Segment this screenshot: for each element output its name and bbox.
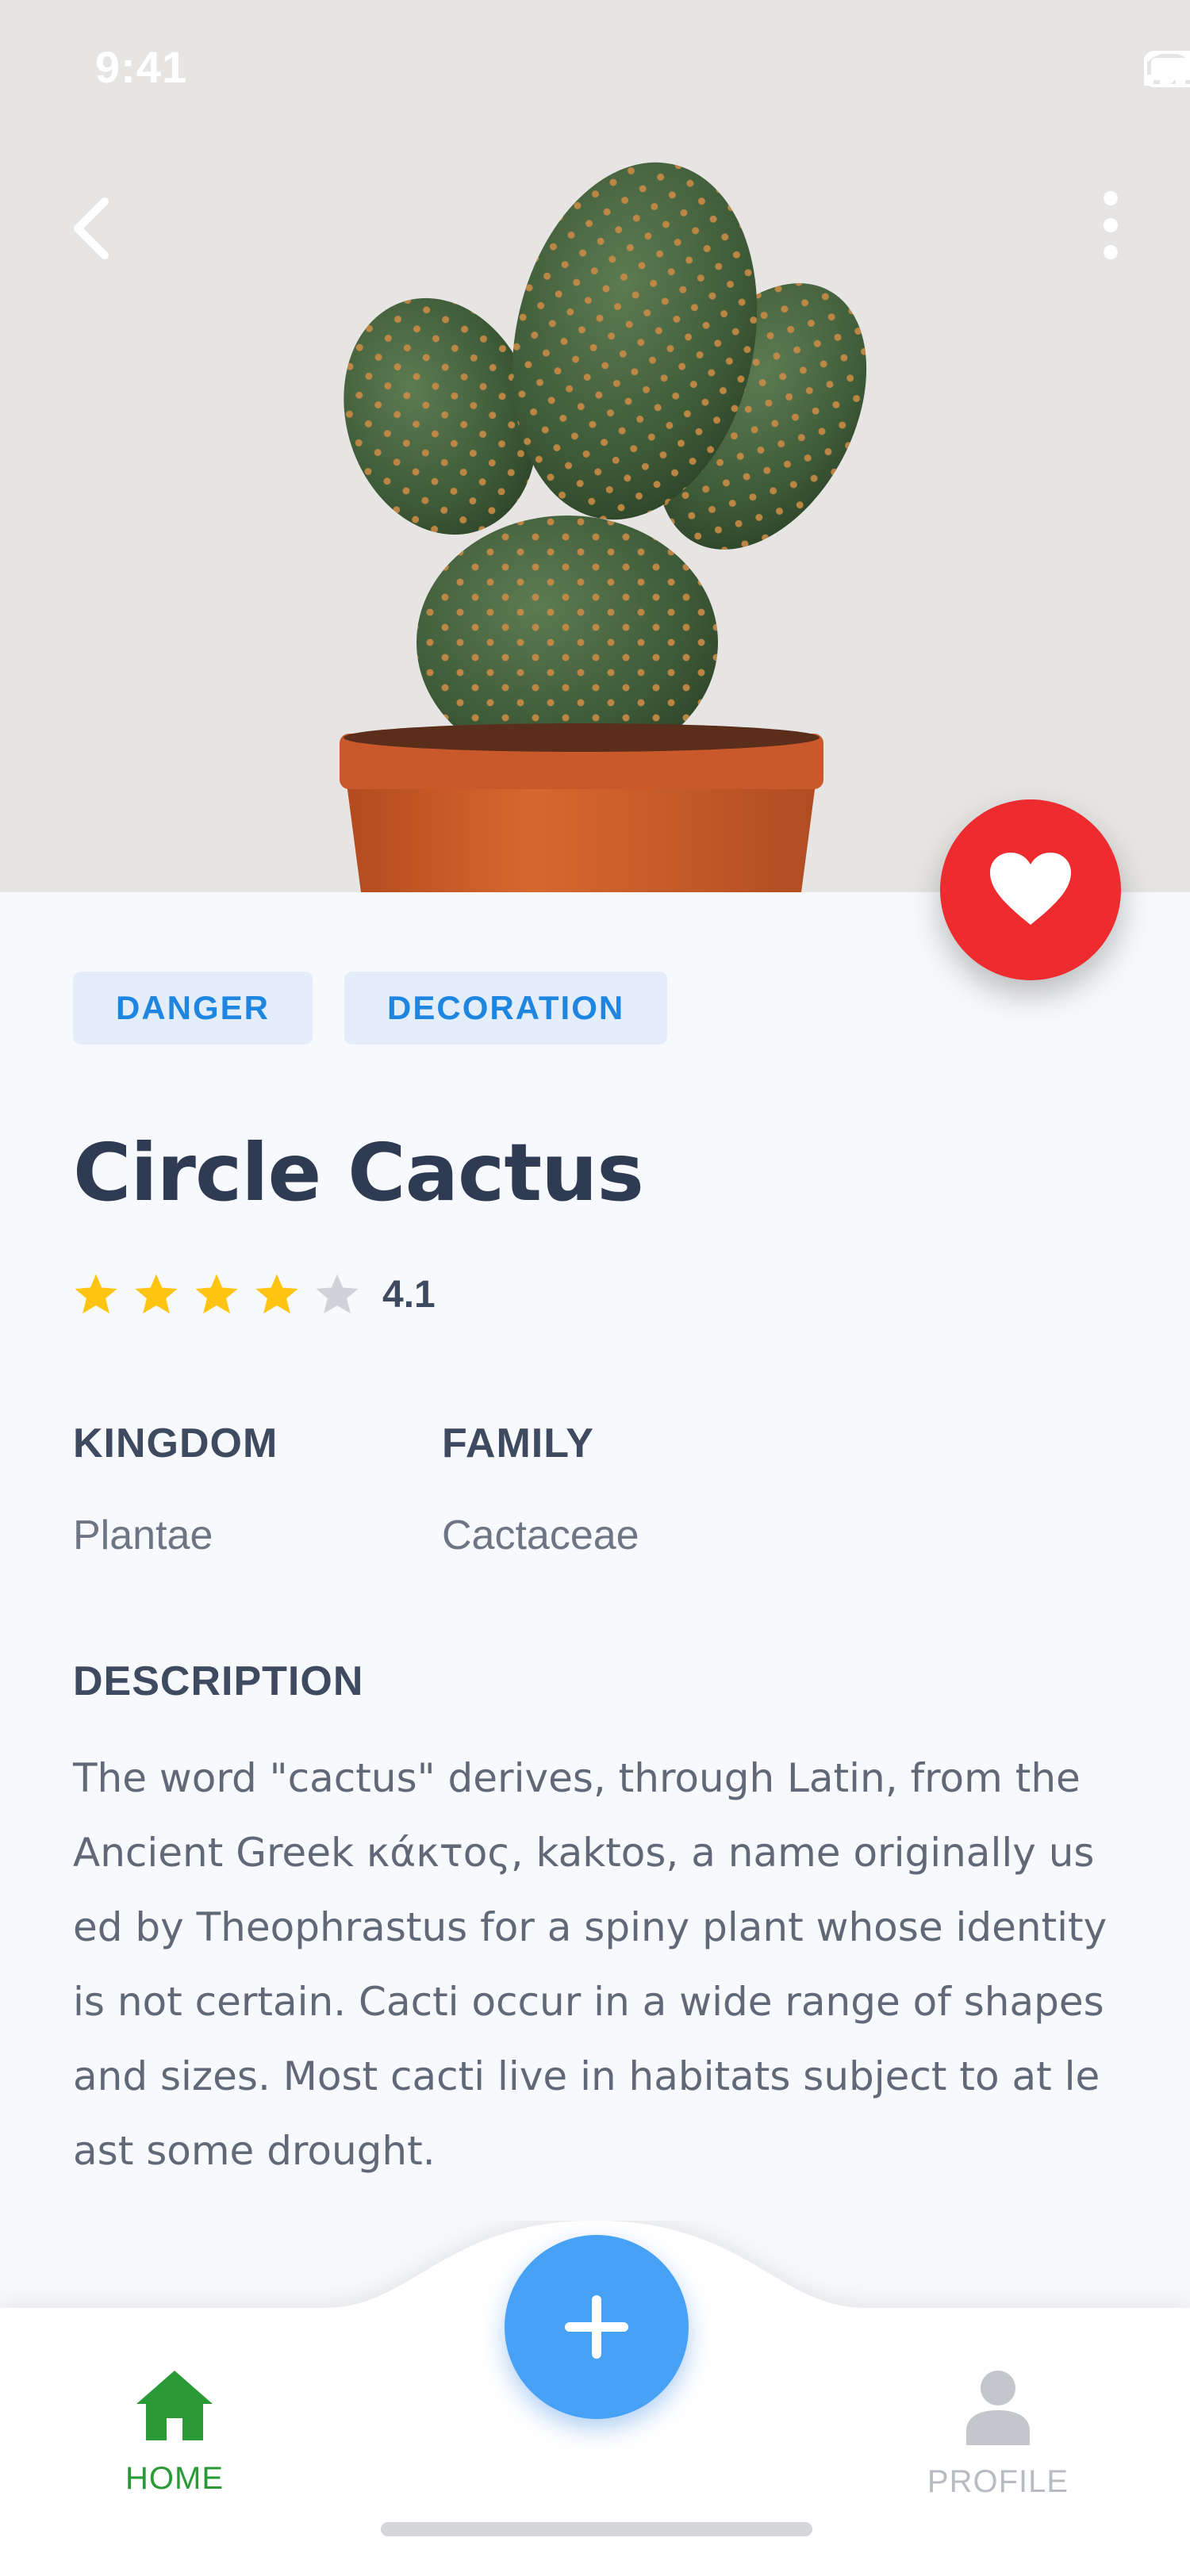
nav-home-label: HOME bbox=[125, 2461, 224, 2496]
chevron-left-icon bbox=[74, 197, 109, 259]
nav-item-home[interactable]: HOME bbox=[103, 2367, 246, 2497]
back-button[interactable] bbox=[56, 184, 127, 271]
description-text: The word "cactus" derives, through Latin… bbox=[73, 1755, 1107, 2174]
kingdom-section: KINGDOM Plantae bbox=[73, 1420, 278, 1559]
status-time: 9:41 bbox=[95, 42, 188, 92]
add-button[interactable] bbox=[505, 2235, 689, 2419]
description-label: DESCRIPTION bbox=[73, 1658, 364, 1704]
more-options-button[interactable] bbox=[1087, 184, 1134, 271]
family-section: FAMILY Cactaceae bbox=[442, 1420, 639, 1559]
star-filled-icon bbox=[135, 1274, 178, 1314]
user-icon bbox=[966, 2371, 1030, 2445]
kingdom-label: KINGDOM bbox=[73, 1420, 278, 1466]
star-filled-icon bbox=[255, 1274, 298, 1314]
plus-icon bbox=[565, 2295, 628, 2359]
plant-name: Circle Cactus bbox=[73, 1126, 644, 1219]
kingdom-value: Plantae bbox=[73, 1512, 213, 1558]
star-filled-icon bbox=[75, 1274, 117, 1314]
battery-icon bbox=[1144, 51, 1190, 87]
favorite-button[interactable] bbox=[940, 799, 1121, 980]
tag-list: DANGER DECORATION bbox=[73, 972, 668, 1045]
rating: 4.1 bbox=[73, 1272, 436, 1317]
home-icon bbox=[136, 2371, 213, 2440]
nav-profile-label: PROFILE bbox=[927, 2464, 1069, 2499]
hero-image: 9:41 bbox=[0, 0, 1190, 892]
rating-value: 4.1 bbox=[382, 1273, 436, 1316]
star-filled-icon bbox=[195, 1274, 238, 1314]
tag-danger[interactable]: DANGER bbox=[73, 972, 313, 1045]
home-indicator bbox=[381, 2522, 812, 2536]
family-value: Cactaceae bbox=[442, 1512, 639, 1558]
more-vertical-icon bbox=[1104, 191, 1118, 259]
star-rating bbox=[73, 1272, 360, 1317]
tag-decoration[interactable]: DECORATION bbox=[344, 972, 668, 1045]
star-empty-icon bbox=[316, 1274, 359, 1314]
heart-icon bbox=[990, 853, 1071, 925]
nav-item-profile[interactable]: PROFILE bbox=[927, 2367, 1069, 2500]
status-bar: 9:41 bbox=[0, 0, 1190, 143]
family-label: FAMILY bbox=[442, 1420, 594, 1466]
